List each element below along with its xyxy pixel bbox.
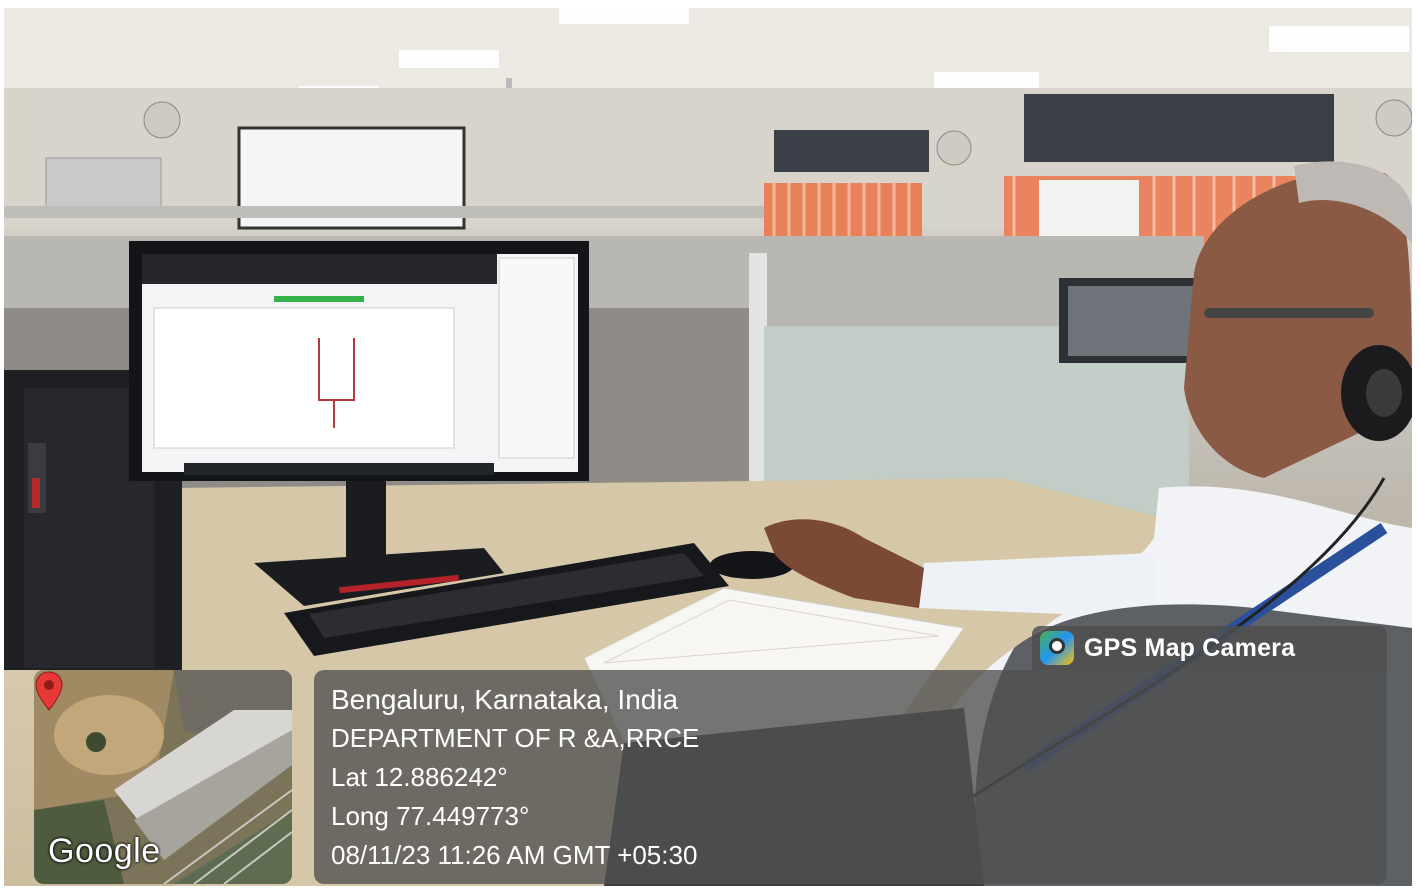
gps-app-badge: GPS Map Camera xyxy=(1032,626,1387,670)
photo: Google GPS Map Camera Bengaluru, Karnata… xyxy=(4,8,1412,886)
gps-info-panel: Bengaluru, Karnataka, India DEPARTMENT O… xyxy=(314,670,1387,884)
latitude-text: Lat 12.886242° xyxy=(331,762,508,792)
location-text: Bengaluru, Karnataka, India xyxy=(331,684,679,715)
google-attribution: Google xyxy=(48,832,161,870)
map-pin-icon xyxy=(35,671,63,711)
place-text: DEPARTMENT OF R &A,RRCE xyxy=(331,723,700,753)
satellite-minimap: Google xyxy=(34,670,292,884)
app-name: GPS Map Camera xyxy=(1084,633,1296,662)
datetime-text: 08/11/23 11:26 AM GMT +05:30 xyxy=(331,840,698,870)
gps-map-camera-app-icon xyxy=(1040,631,1074,665)
longitude-text: Long 77.449773° xyxy=(331,801,530,831)
